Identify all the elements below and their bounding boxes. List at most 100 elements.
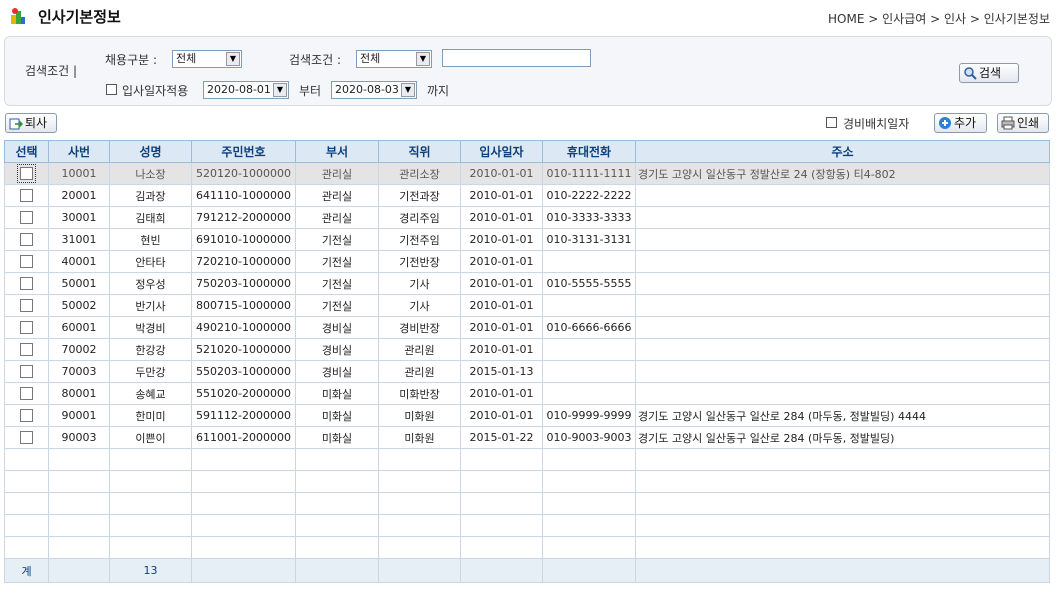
column-header-select[interactable]: 선택: [4, 140, 49, 163]
cell-address: 경기도 고양시 일산동구 일산로 284 (마두동, 정발빌딩): [635, 426, 1050, 449]
cell-id: 50001: [48, 272, 110, 295]
empty-row: [4, 448, 1050, 471]
row-checkbox[interactable]: [20, 321, 33, 335]
keyword-input[interactable]: [442, 49, 591, 67]
column-header-hire-date[interactable]: 입사일자: [460, 140, 543, 163]
cell-address: [635, 382, 1050, 405]
column-header-dept[interactable]: 부서: [295, 140, 379, 163]
row-checkbox[interactable]: [20, 343, 33, 357]
row-checkbox[interactable]: [20, 299, 33, 313]
cell-dept: 기전실: [295, 272, 379, 295]
column-header-rrn[interactable]: 주민번호: [191, 140, 296, 163]
cell-dept: 미화실: [295, 382, 379, 405]
cell-id: 70003: [48, 360, 110, 383]
table-row[interactable]: 60001 박경비 490210-1000000 경비실 경비반장 2010-01-01 0…: [4, 316, 1050, 339]
table-row[interactable]: 70002 한강강 521020-1000000 경비실 관리원 2010-01-01: [4, 338, 1050, 361]
cell-position: 관리원: [378, 360, 461, 383]
cell-rrn: 551020-2000000: [191, 382, 296, 405]
table-row[interactable]: 50002 반기사 800715-1000000 기전실 기사 2010-01-01: [4, 294, 1050, 317]
retire-button[interactable]: 퇴사: [5, 113, 57, 133]
employee-table: 선택 사번 성명 주민번호 부서 직위 입사일자 휴대전화 주소 10001 나소…: [4, 140, 1050, 583]
cell-id: 30001: [48, 206, 110, 229]
cell-select: [4, 338, 49, 361]
empty-cell: [542, 448, 636, 471]
cell-phone: [542, 250, 636, 273]
breadcrumb-payroll[interactable]: 인사급여: [882, 12, 926, 26]
cell-rrn: 591112-2000000: [191, 404, 296, 427]
table-row[interactable]: 40001 안타타 720210-1000000 기전실 기전반장 2010-01-01: [4, 250, 1050, 273]
cell-address: [635, 316, 1050, 339]
row-checkbox[interactable]: [20, 431, 33, 445]
row-checkbox[interactable]: [20, 189, 33, 203]
search-button[interactable]: 검색: [959, 63, 1019, 83]
date-to-select[interactable]: 2020-08-03 ▼: [331, 81, 417, 99]
cell-id: 60001: [48, 316, 110, 339]
row-checkbox[interactable]: [20, 211, 33, 225]
footer-total-count: 13: [109, 558, 192, 583]
cell-select: [4, 206, 49, 229]
table-header-row: 선택 사번 성명 주민번호 부서 직위 입사일자 휴대전화 주소: [4, 140, 1050, 163]
row-checkbox[interactable]: [20, 387, 33, 401]
row-checkbox[interactable]: [20, 277, 33, 291]
row-checkbox[interactable]: [20, 409, 33, 423]
apply-hire-date-checkbox[interactable]: [106, 84, 117, 95]
column-header-id[interactable]: 사번: [48, 140, 110, 163]
date-from-select[interactable]: 2020-08-01 ▼: [203, 81, 289, 99]
table-row[interactable]: 50001 정우성 750203-1000000 기전실 기사 2010-01-01 010…: [4, 272, 1050, 295]
cell-name: 김과장: [109, 184, 192, 207]
cell-id: 50002: [48, 294, 110, 317]
empty-cell: [109, 492, 192, 515]
cell-phone: 010-5555-5555: [542, 272, 636, 295]
table-row[interactable]: 20001 김과장 641110-1000000 관리실 기전과장 2010-01-01 0…: [4, 184, 1050, 207]
cell-position: 경비반장: [378, 316, 461, 339]
guard-date-checkbox[interactable]: [826, 117, 837, 128]
table-row[interactable]: 30001 김태희 791212-2000000 관리실 경리주임 2010-01-01 0…: [4, 206, 1050, 229]
table-row[interactable]: 90003 이쁜이 611001-2000000 미화실 미화원 2015-01-22 01…: [4, 426, 1050, 449]
table-row[interactable]: 90001 한미미 591112-2000000 미화실 미화원 2010-01-01 01…: [4, 404, 1050, 427]
cell-name: 두만강: [109, 360, 192, 383]
print-button[interactable]: 인쇄: [997, 113, 1049, 133]
empty-cell: [635, 536, 1050, 559]
cell-position: 관리원: [378, 338, 461, 361]
search-panel: 검색조건 | 채용구분 : 전체 ▼ 검색조건 : 전체 ▼ 입사일자적용 20…: [4, 36, 1052, 106]
cell-name: 현빈: [109, 228, 192, 251]
empty-cell: [542, 536, 636, 559]
cell-name: 이쁜이: [109, 426, 192, 449]
column-header-address[interactable]: 주소: [635, 140, 1050, 163]
table-row[interactable]: 80001 송혜교 551020-2000000 미화실 미화반장 2010-01-01: [4, 382, 1050, 405]
hire-type-select[interactable]: 전체 ▼: [172, 50, 242, 68]
empty-cell: [109, 514, 192, 537]
column-header-position[interactable]: 직위: [378, 140, 461, 163]
empty-cell: [542, 492, 636, 515]
empty-cell: [48, 470, 110, 493]
row-checkbox[interactable]: [17, 164, 36, 184]
cell-name: 나소장: [109, 162, 192, 185]
empty-cell: [4, 470, 49, 493]
cell-address: [635, 272, 1050, 295]
empty-cell: [109, 536, 192, 559]
cell-address: [635, 294, 1050, 317]
condition-select[interactable]: 전체 ▼: [356, 50, 432, 68]
breadcrumb-hr[interactable]: 인사: [944, 12, 966, 26]
cell-dept: 경비실: [295, 316, 379, 339]
cell-id: 10001: [48, 162, 110, 185]
row-checkbox[interactable]: [20, 255, 33, 269]
search-section-label: 검색조건 |: [25, 64, 78, 78]
table-row[interactable]: 10001 나소장 520120-1000000 관리실 관리소장 2010-01-01 0…: [4, 162, 1050, 185]
row-checkbox[interactable]: [20, 365, 33, 379]
add-button[interactable]: 추가: [934, 113, 987, 133]
cell-hire-date: 2010-01-01: [460, 272, 543, 295]
breadcrumb-home[interactable]: HOME: [828, 12, 864, 26]
column-header-phone[interactable]: 휴대전화: [542, 140, 636, 163]
cell-address: [635, 338, 1050, 361]
cell-phone: 010-3333-3333: [542, 206, 636, 229]
cell-position: 미화원: [378, 404, 461, 427]
empty-row: [4, 470, 1050, 493]
table-row[interactable]: 70003 두만강 550203-1000000 경비실 관리원 2015-01-13: [4, 360, 1050, 383]
row-checkbox[interactable]: [20, 233, 33, 247]
column-header-name[interactable]: 성명: [109, 140, 192, 163]
cell-name: 한강강: [109, 338, 192, 361]
cell-address: [635, 228, 1050, 251]
condition-value: 전체: [360, 52, 381, 65]
table-row[interactable]: 31001 현빈 691010-1000000 기전실 기전주임 2010-01-01 01…: [4, 228, 1050, 251]
